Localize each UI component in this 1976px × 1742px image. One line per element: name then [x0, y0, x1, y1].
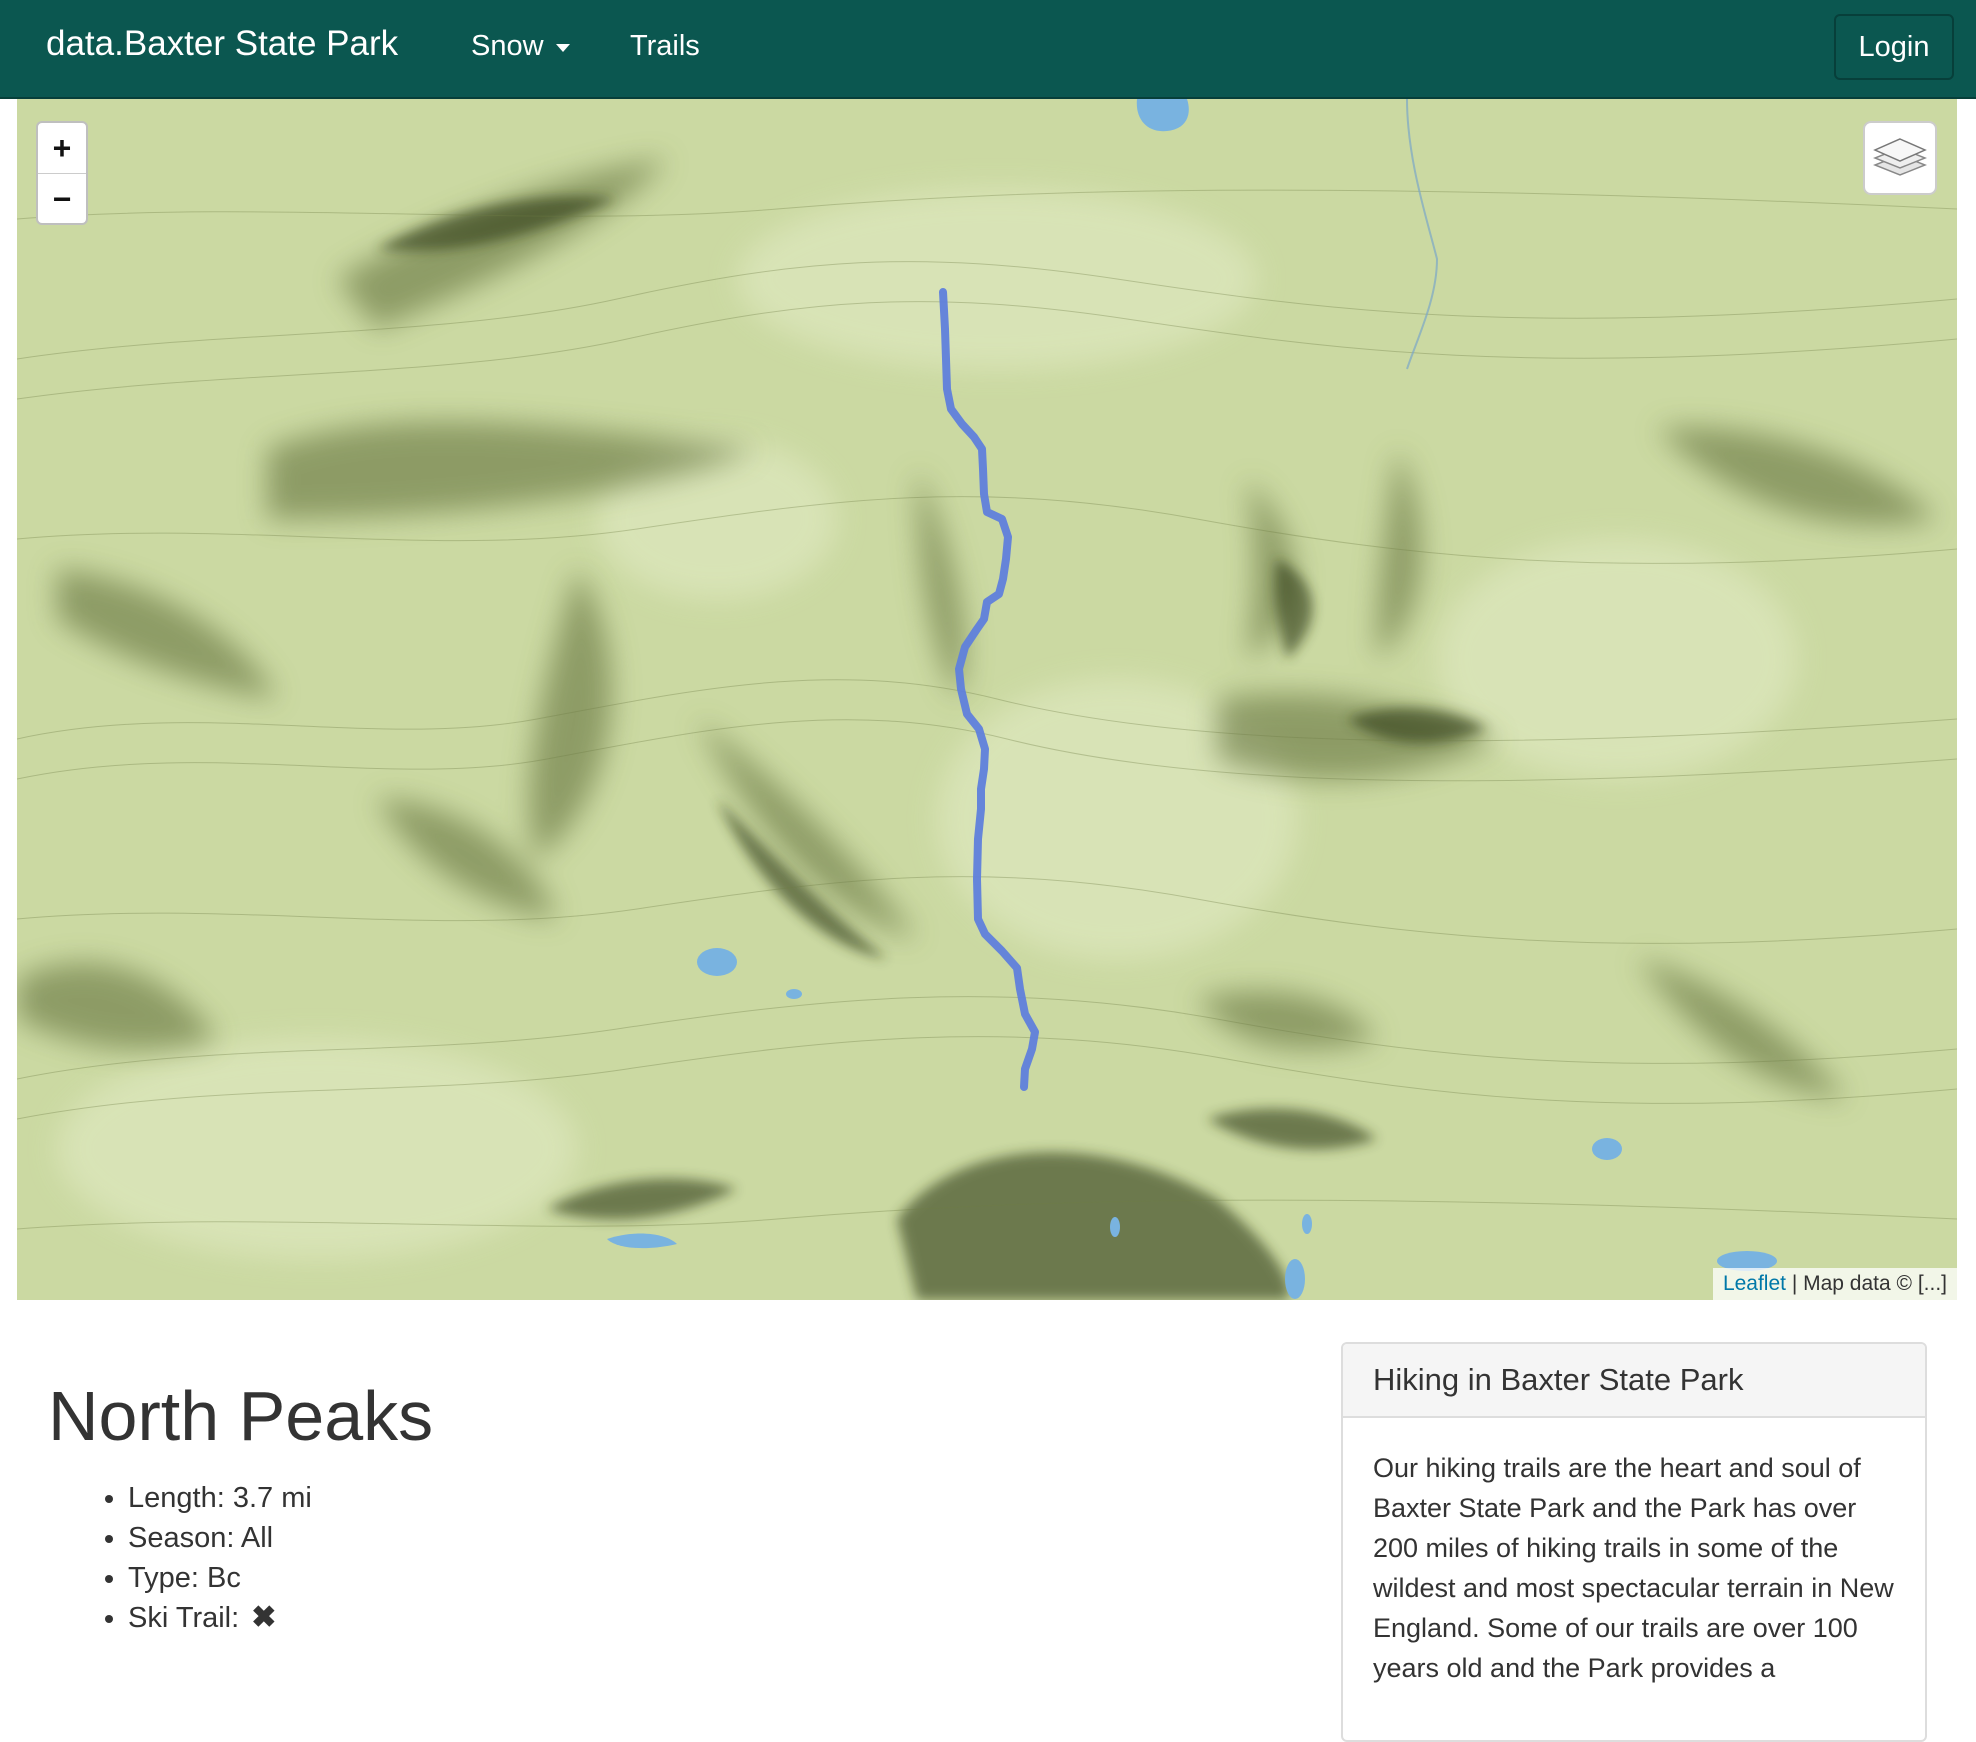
map-data-credit: | Map data © [...] — [1786, 1272, 1947, 1295]
season-label: Season: — [128, 1522, 235, 1554]
map-attribution: Leaflet | Map data © [...] — [1712, 1268, 1957, 1300]
trail-map[interactable]: + − Leaflet | Map data © [...] — [17, 99, 1957, 1300]
panel-body-text: Our hiking trails are the heart and soul… — [1373, 1453, 1894, 1683]
trail-type-item: Type: Bc — [128, 1558, 312, 1598]
length-label: Length: — [128, 1482, 225, 1514]
navbar: data.Baxter State Park Snow Trails Login — [0, 0, 1976, 99]
season-value: All — [240, 1522, 274, 1554]
zoom-out-button[interactable]: − — [38, 174, 86, 223]
login-button[interactable]: Login — [1834, 14, 1954, 80]
type-value: Bc — [207, 1562, 241, 1594]
nav-snow-dropdown[interactable]: Snow — [471, 30, 570, 63]
zoom-control: + − — [36, 121, 88, 225]
type-label: Type: — [128, 1562, 199, 1594]
hiking-info-panel: Hiking in Baxter State Park Our hiking t… — [1341, 1342, 1927, 1742]
leaflet-link[interactable]: Leaflet — [1723, 1272, 1786, 1295]
zoom-in-button[interactable]: + — [38, 123, 86, 174]
nav-trails-link[interactable]: Trails — [630, 30, 700, 63]
nav-snow-label: Snow — [471, 30, 544, 62]
trail-name-heading: North Peaks — [48, 1377, 434, 1455]
nav-trails-label: Trails — [630, 30, 700, 62]
panel-title: Hiking in Baxter State Park — [1373, 1362, 1744, 1397]
length-value: 3.7 mi — [232, 1482, 312, 1514]
layers-icon — [1873, 138, 1927, 176]
ski-trail-item: Ski Trail: ✖ — [128, 1598, 312, 1638]
terrain-basemap — [17, 99, 1957, 1300]
ski-trail-label: Ski Trail: — [128, 1602, 240, 1634]
brand-link[interactable]: data.Baxter State Park — [46, 24, 398, 64]
trail-season-item: Season: All — [128, 1518, 312, 1558]
layers-control-button[interactable] — [1863, 121, 1937, 195]
panel-heading: Hiking in Baxter State Park — [1343, 1344, 1925, 1418]
x-mark-icon: ✖ — [251, 1601, 277, 1634]
trail-details-list: Length: 3.7 mi Season: All Type: Bc Ski … — [78, 1478, 312, 1638]
caret-down-icon — [555, 44, 570, 52]
trail-length-item: Length: 3.7 mi — [128, 1478, 312, 1518]
